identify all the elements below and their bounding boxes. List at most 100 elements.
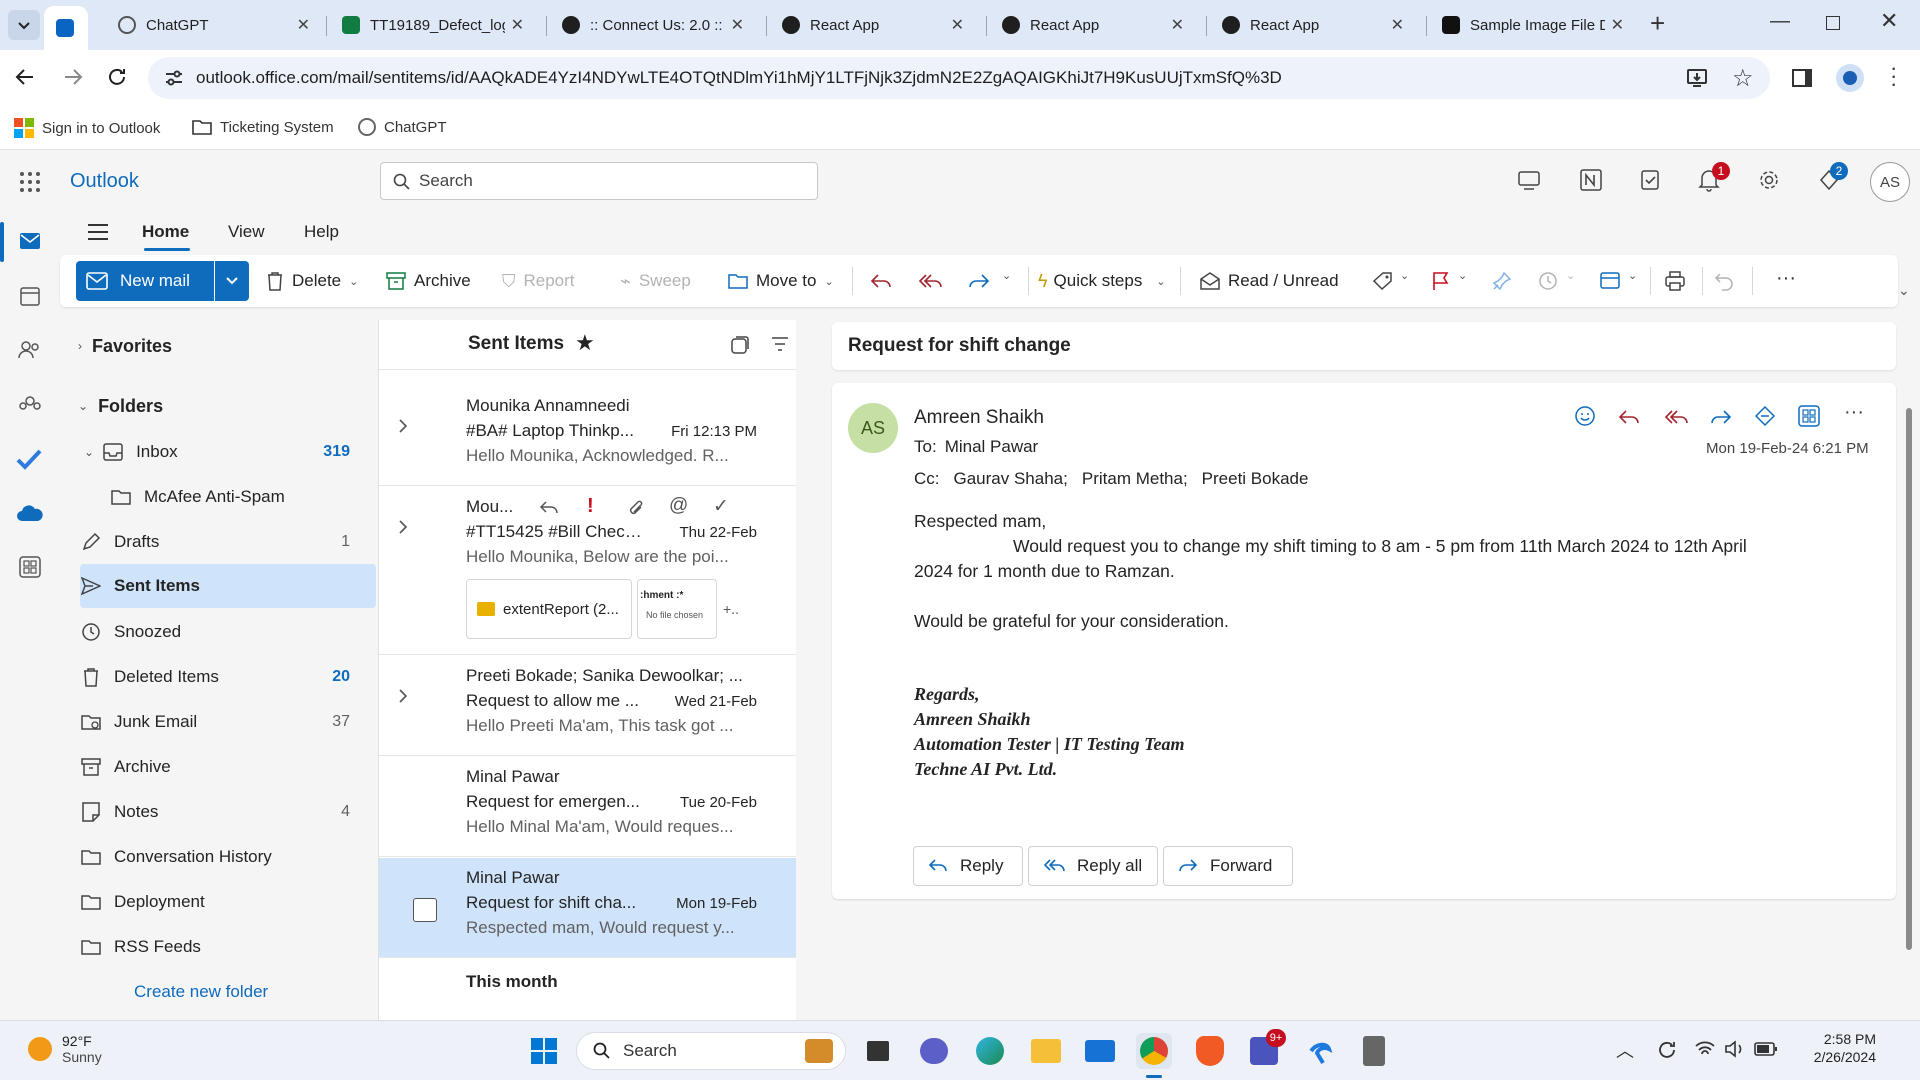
onenote-icon[interactable] [1580,169,1602,191]
folder-junk[interactable]: Junk Email 37 [80,701,376,743]
close-icon[interactable]: ✕ [1391,15,1404,35]
restore-button[interactable] [1826,16,1840,30]
tab-connect[interactable]: :: Connect Us: 2.0 :: ✕ [550,8,756,42]
app-launcher-icon[interactable] [20,172,40,192]
reply-icon[interactable] [870,271,892,291]
sweep-button[interactable]: ⌁ Sweep [620,255,691,307]
list-item[interactable]: Minal Pawar Request for shift cha... Mon… [379,858,797,958]
close-icon[interactable]: ✕ [297,15,310,35]
gear-icon[interactable] [1758,169,1780,191]
start-button[interactable] [526,1033,562,1069]
todo-check-icon[interactable] [16,448,42,470]
emoji-icon[interactable] [1574,405,1596,427]
task-view-icon[interactable] [860,1033,896,1069]
people-icon[interactable] [18,340,42,360]
side-panel-icon[interactable] [1792,69,1812,87]
mail-app-icon[interactable] [1082,1033,1118,1069]
attachment-chip[interactable]: extentReport (2... [466,579,632,639]
folder-drafts[interactable]: Drafts 1 [80,521,376,563]
rules-icon[interactable] [1600,271,1622,291]
delete-button[interactable]: Delete ⌄ [266,255,358,307]
list-item[interactable]: Mounika Annamneedi #BA# Laptop Thinkp...… [379,386,797,486]
new-mail-dropdown[interactable] [215,261,249,301]
bookmark-ticketing[interactable]: Ticketing System [192,118,334,136]
chrome-icon[interactable] [1136,1033,1172,1069]
loop-icon[interactable] [1754,405,1776,427]
filter-icon[interactable] [771,336,789,352]
reply-all-icon[interactable] [1664,407,1688,427]
archive-button[interactable]: Archive [386,255,471,307]
tag-icon[interactable] [1372,271,1394,291]
calendar-icon[interactable] [20,286,40,306]
forward-icon[interactable] [968,271,990,291]
tab-outlook[interactable] [44,6,88,50]
folder-mcafee[interactable]: McAfee Anti-Spam [110,476,376,518]
folder-deployment[interactable]: Deployment [80,881,376,923]
minimize-button[interactable]: — [1770,10,1790,33]
star-icon[interactable]: ★ [575,330,595,356]
back-button[interactable] [14,66,36,88]
tab-excel[interactable]: TT19189_Defect_log ✕ [330,8,536,42]
tab-react-3[interactable]: React App ✕ [1210,8,1416,42]
move-to-button[interactable]: Move to ⌄ [728,255,834,307]
close-icon[interactable]: ✕ [731,15,744,35]
brave-icon[interactable] [1192,1033,1228,1069]
reload-button[interactable] [106,66,128,88]
select-icon[interactable] [731,336,749,354]
azure-icon[interactable] [1302,1033,1338,1069]
reply-icon[interactable] [539,499,559,517]
favorites-header[interactable]: › Favorites [78,325,374,367]
file-explorer-icon[interactable] [1028,1033,1064,1069]
print-icon[interactable] [1664,271,1686,291]
list-item[interactable]: Preeti Bokade; Sanika Dewoolkar; ... Req… [379,656,797,756]
close-icon[interactable]: ✕ [511,15,524,35]
bookmark-outlook[interactable]: Sign in to Outlook [14,118,160,138]
folder-notes[interactable]: Notes 4 [80,791,376,833]
folder-archive[interactable]: Archive [80,746,376,788]
volume-icon[interactable] [1724,1039,1746,1059]
cc-recipient[interactable]: Gaurav Shaha; [954,469,1068,489]
app-title[interactable]: Outlook [70,170,139,193]
folder-conversation-history[interactable]: Conversation History [80,836,376,878]
more-attachments[interactable]: +.. [723,601,739,617]
taskbar-search[interactable]: Search [576,1032,846,1070]
sync-icon[interactable] [1656,1039,1678,1061]
forward-button[interactable]: Forward [1163,846,1293,886]
folders-header[interactable]: ⌄ Folders [78,385,374,427]
forward-nav-button[interactable] [62,66,84,88]
calculator-icon[interactable] [1356,1033,1392,1069]
reply-all-icon[interactable] [918,271,942,291]
onedrive-icon[interactable] [16,504,44,522]
undo-icon[interactable] [1714,271,1734,291]
read-unread-button[interactable]: Read / Unread [1200,255,1339,307]
profile-avatar[interactable] [1836,64,1864,92]
site-info-icon[interactable] [164,69,184,87]
reply-icon[interactable] [1618,407,1640,427]
install-app-icon[interactable] [1686,68,1708,88]
more-options-icon[interactable]: ··· [1776,267,1796,290]
hamburger-icon[interactable] [88,224,108,240]
reply-all-button[interactable]: Reply all [1028,846,1158,886]
apps-icon[interactable] [1798,405,1820,427]
ribbon-expand-icon[interactable]: ⌄ [1898,282,1910,299]
tab-help[interactable]: Help [304,222,339,242]
attachment-thumbnail[interactable]: :hment :* No file chosen [637,579,717,639]
tab-sample-image[interactable]: Sample Image File D ✕ [1430,8,1636,42]
folder-snoozed[interactable]: Snoozed [80,611,376,653]
address-bar[interactable]: outlook.office.com/mail/sentitems/id/AAQ… [148,57,1770,99]
groups-icon[interactable] [18,394,42,416]
tab-react-1[interactable]: React App ✕ [770,8,976,42]
chevron-right-icon[interactable] [393,686,413,706]
close-icon[interactable]: ✕ [1171,15,1184,35]
teams-chat-icon[interactable] [916,1033,952,1069]
tab-home[interactable]: Home [142,222,189,242]
mail-icon[interactable] [19,232,41,250]
folder-sent-items[interactable]: Sent Items [80,564,376,608]
tab-react-2[interactable]: React App ✕ [990,8,1196,42]
cc-recipient[interactable]: Pritam Metha; [1082,469,1188,489]
chevron-right-icon[interactable] [393,416,413,436]
meet-now-icon[interactable] [1518,170,1540,190]
search-input[interactable]: Search [380,162,818,200]
todo-icon[interactable] [1640,169,1662,191]
tab-search-button[interactable] [8,10,40,40]
